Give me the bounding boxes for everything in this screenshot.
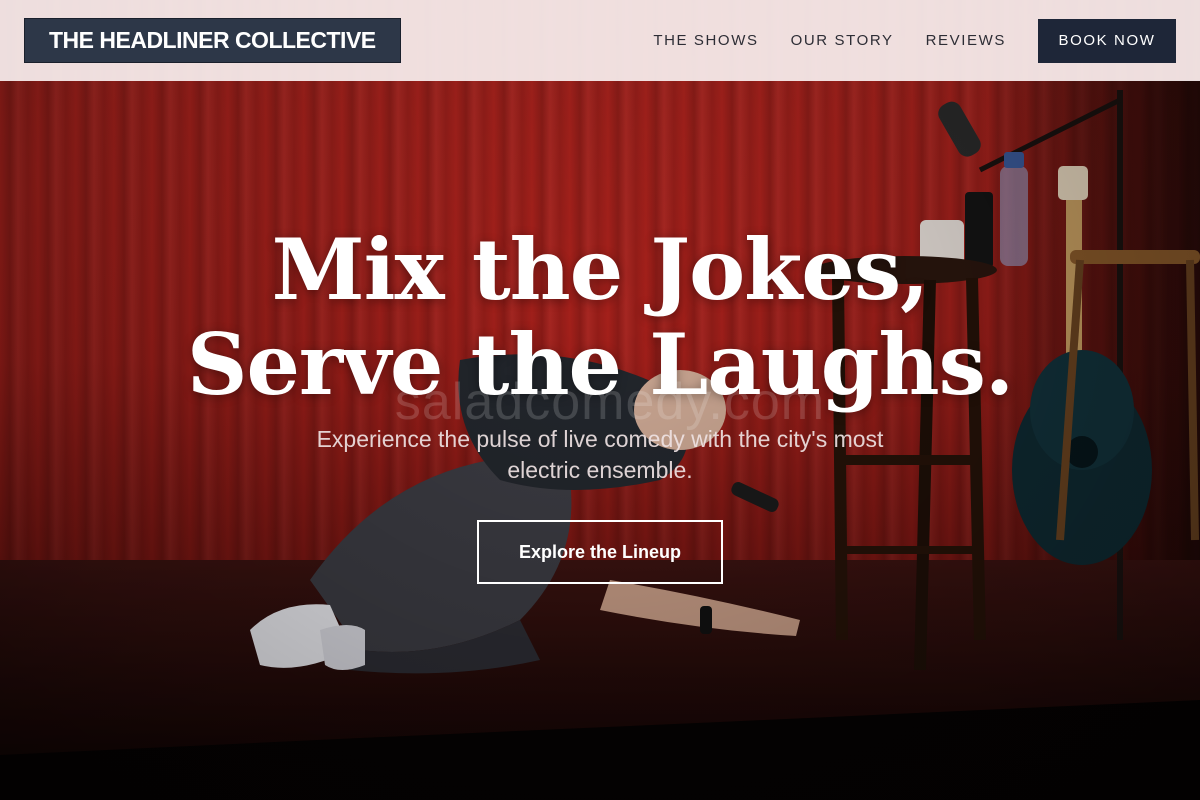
main-nav: THE SHOWS OUR STORY REVIEWS BOOK NOW bbox=[621, 18, 1176, 63]
hero-subtitle: Experience the pulse of live comedy with… bbox=[316, 426, 884, 483]
brand-logo[interactable]: THE HEADLINER COLLECTIVE bbox=[24, 18, 401, 63]
hero-headline-line-1: Mix the Jokes, bbox=[271, 220, 930, 319]
nav-link-reviews[interactable]: REVIEWS bbox=[926, 32, 1006, 49]
nav-link-our-story[interactable]: OUR STORY bbox=[791, 32, 894, 49]
book-now-button[interactable]: BOOK NOW bbox=[1038, 18, 1176, 63]
explore-lineup-button[interactable]: Explore the Lineup bbox=[477, 520, 723, 584]
nav-link-the-shows[interactable]: THE SHOWS bbox=[653, 32, 758, 49]
image-watermark: saladcomedy.com bbox=[394, 373, 826, 431]
top-navigation-bar: THE HEADLINER COLLECTIVE THE SHOWS OUR S… bbox=[0, 0, 1200, 81]
